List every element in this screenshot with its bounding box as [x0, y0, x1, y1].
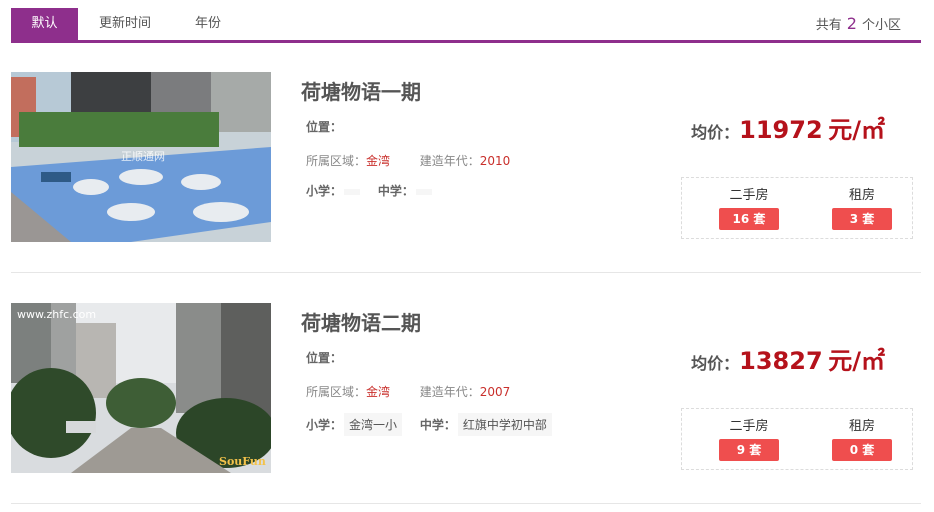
listing-thumbnail[interactable]: 正顺通网	[11, 72, 271, 242]
resale-count-button[interactable]: 16 套	[719, 208, 779, 230]
listing-title[interactable]: 荷塘物语一期	[301, 76, 421, 105]
year-value: 2007	[479, 385, 511, 399]
price-value: 13827	[739, 347, 823, 375]
result-count-prefix: 共有	[815, 18, 842, 33]
listing-thumbnail[interactable]: www.zhfc.com SouFun	[11, 303, 271, 473]
rent-label: 租房	[848, 419, 875, 434]
average-price: 均价：13827 元/㎡	[691, 341, 885, 376]
location-row: 位置：	[306, 349, 342, 366]
rent-count-button[interactable]: 0 套	[832, 439, 892, 461]
middle-school-label: 中学：	[419, 418, 456, 432]
price-unit: 元/㎡	[828, 116, 885, 144]
resale-count-button[interactable]: 9 套	[719, 439, 779, 461]
result-count-number: 2	[846, 14, 857, 33]
middle-school-label: 中学：	[377, 184, 414, 198]
sort-tab-bar: 默认 更新时间 年份 共有 2 个小区	[11, 8, 921, 43]
price-label: 均价：	[691, 123, 740, 142]
district-value[interactable]: 金湾	[366, 385, 390, 399]
rent-stat: 租房 0 套	[817, 415, 907, 461]
school-row: 小学： 金湾一小 中学： 红旗中学初中部	[306, 413, 566, 436]
tab-default[interactable]: 默认	[11, 8, 78, 40]
location-row: 位置：	[306, 118, 342, 135]
image-logo: SouFun	[219, 455, 266, 468]
district-row: 所属区域：金湾 建造年代：2010	[306, 152, 510, 169]
average-price: 均价：11972 元/㎡	[691, 110, 885, 145]
school-row: 小学： 中学：	[306, 182, 446, 199]
district-label: 所属区域：	[306, 154, 367, 168]
listing-stats-box: 二手房 9 套 租房 0 套	[681, 408, 913, 470]
listing-stats-box: 二手房 16 套 租房 3 套	[681, 177, 913, 239]
svg-text:正顺通网: 正顺通网	[121, 150, 165, 163]
district-value[interactable]: 金湾	[366, 154, 390, 168]
rent-stat: 租房 3 套	[817, 184, 907, 230]
primary-school-chip[interactable]	[344, 189, 361, 195]
image-watermark: www.zhfc.com	[17, 308, 96, 321]
listing-item: www.zhfc.com SouFun 荷塘物语二期 位置： 所属区域：金湾 建…	[11, 273, 921, 504]
listing-title[interactable]: 荷塘物语二期	[301, 307, 421, 336]
resale-label: 二手房	[729, 188, 769, 203]
result-count: 共有 2 个小区	[816, 8, 901, 42]
primary-school-chip[interactable]: 金湾一小	[344, 413, 403, 436]
price-label: 均价：	[691, 354, 740, 373]
primary-school-label: 小学：	[306, 184, 343, 198]
location-label: 位置：	[306, 351, 343, 365]
year-value: 2010	[479, 154, 511, 168]
location-label: 位置：	[306, 120, 343, 134]
resale-stat: 二手房 9 套	[704, 415, 794, 461]
listing-item: 正顺通网 荷塘物语一期 位置： 所属区域：金湾 建造年代：2010 小学： 中学…	[11, 42, 921, 273]
resale-stat: 二手房 16 套	[704, 184, 794, 230]
district-label: 所属区域：	[306, 385, 367, 399]
resale-label: 二手房	[729, 419, 769, 434]
result-count-suffix: 个小区	[861, 18, 901, 33]
middle-school-chip[interactable]	[415, 189, 432, 195]
district-row: 所属区域：金湾 建造年代：2007	[306, 383, 510, 400]
price-unit: 元/㎡	[828, 347, 885, 375]
tab-update-time[interactable]: 更新时间	[99, 8, 151, 40]
year-label: 建造年代：	[419, 385, 480, 399]
tab-year[interactable]: 年份	[195, 8, 221, 40]
rent-count-button[interactable]: 3 套	[832, 208, 892, 230]
price-value: 11972	[739, 116, 823, 144]
primary-school-label: 小学：	[306, 418, 343, 432]
rent-label: 租房	[848, 188, 875, 203]
middle-school-chip[interactable]: 红旗中学初中部	[457, 413, 552, 436]
year-label: 建造年代：	[419, 154, 480, 168]
